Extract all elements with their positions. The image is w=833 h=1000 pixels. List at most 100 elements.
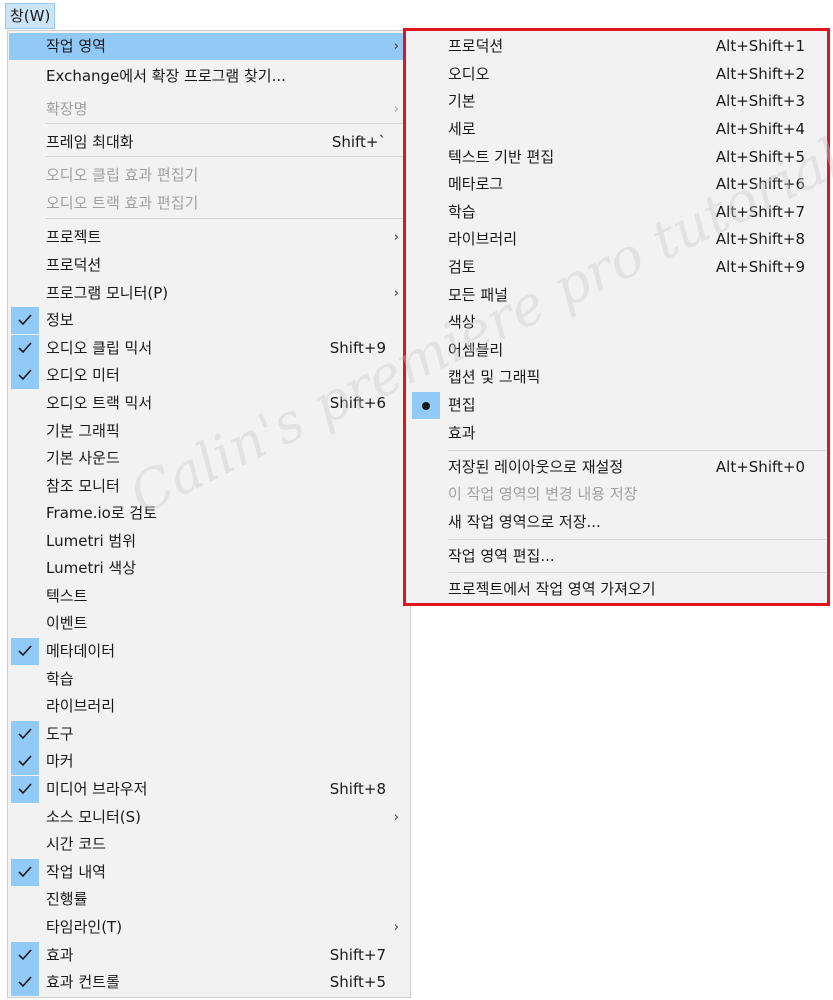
chevron-right-icon: › xyxy=(393,810,399,825)
workspace-item[interactable]: 검토 Alt+Shift+9 xyxy=(410,254,826,281)
menu-item[interactable]: 도구 xyxy=(9,721,409,748)
menu-item[interactable]: Lumetri 색상 xyxy=(9,555,409,582)
workspace-item-label: 프로덕션 xyxy=(448,37,504,55)
workspace-item[interactable]: 작업 영역 편집... xyxy=(410,543,826,570)
workspace-item[interactable]: 저장된 레이아웃으로 재설정 Alt+Shift+0 xyxy=(410,454,826,481)
menu-item[interactable]: 효과 컨트롤 Shift+5 xyxy=(9,969,409,996)
menu-item-label: 프로그램 모니터(P) xyxy=(46,284,169,302)
menu-item-label: Lumetri 색상 xyxy=(46,559,137,577)
menu-item[interactable]: 오디오 미터 xyxy=(9,362,409,389)
menu-item[interactable]: 기본 사운드 xyxy=(9,445,409,472)
menu-item[interactable]: 진행률 xyxy=(9,886,409,913)
workspace-item[interactable]: 기본 Alt+Shift+3 xyxy=(410,88,826,115)
workspace-item[interactable]: 새 작업 영역으로 저장... xyxy=(410,509,826,536)
menu-item[interactable]: 작업 내역 xyxy=(9,859,409,886)
menu-item-shortcut: Shift+5 xyxy=(329,973,386,991)
menu-item-label: 오디오 클립 효과 편집기 xyxy=(46,166,199,184)
workspace-item[interactable]: 세로 Alt+Shift+4 xyxy=(410,116,826,143)
menu-item[interactable]: 타임라인(T) › xyxy=(9,914,409,941)
menu-item[interactable]: Lumetri 범위 xyxy=(9,528,409,555)
menu-item[interactable]: 프로덕션 xyxy=(9,252,409,279)
menu-item[interactable]: 메타데이터 xyxy=(9,638,409,665)
workspace-item[interactable]: 모든 패널 xyxy=(410,282,826,309)
workspace-item-label: 어셈블리 xyxy=(448,341,504,359)
menu-item-label: 정보 xyxy=(46,311,74,329)
menu-item[interactable]: 라이브러리 xyxy=(9,693,409,720)
workspace-item-label: 기본 xyxy=(448,92,476,110)
menu-item-shortcut: Shift+7 xyxy=(329,946,386,964)
menu-item: 확장명 › xyxy=(9,96,409,123)
workspace-item-label: 검토 xyxy=(448,258,476,276)
workspace-item[interactable]: 오디오 Alt+Shift+2 xyxy=(410,61,826,88)
workspace-item[interactable]: 라이브러리 Alt+Shift+8 xyxy=(410,226,826,253)
menu-item-shortcut: Shift+6 xyxy=(329,394,386,412)
workspace-item[interactable]: 프로젝트에서 작업 영역 가져오기 xyxy=(410,576,826,603)
menu-item[interactable]: 효과 Shift+7 xyxy=(9,942,409,969)
workspace-item[interactable]: 색상 xyxy=(410,309,826,336)
menu-item-shortcut: Shift+9 xyxy=(329,339,386,357)
menu-item[interactable]: 작업 영역 › xyxy=(9,33,409,60)
checkmark-icon xyxy=(11,859,39,886)
workspace-item[interactable]: 어셈블리 xyxy=(410,337,826,364)
menu-item-label: 진행률 xyxy=(46,890,88,908)
radio-bullet-icon xyxy=(412,392,440,419)
menu-window[interactable]: 창(W) xyxy=(5,3,55,29)
checkmark-icon xyxy=(11,748,39,775)
menu-item[interactable]: 오디오 트랙 믹서 Shift+6 xyxy=(9,390,409,417)
menu-item[interactable]: 참조 모니터 xyxy=(9,473,409,500)
menu-item[interactable]: 미디어 브라우저 Shift+8 xyxy=(9,776,409,803)
menu-item-label: 오디오 미터 xyxy=(46,366,120,384)
workspace-item-label: 효과 xyxy=(448,424,476,442)
menu-item-label: 프로덕션 xyxy=(46,256,102,274)
menu-item-label: 작업 영역 xyxy=(46,37,106,55)
menu-item[interactable]: Frame.io로 검토 xyxy=(9,500,409,527)
chevron-right-icon: › xyxy=(393,920,399,935)
chevron-right-icon: › xyxy=(393,230,399,245)
menu-item-label: 오디오 트랙 믹서 xyxy=(46,394,153,412)
menu-item[interactable]: 프레임 최대화 Shift+` xyxy=(9,129,409,156)
chevron-right-icon: › xyxy=(393,39,399,54)
workspace-item[interactable]: 캡션 및 그래픽 xyxy=(410,364,826,391)
workspace-item-shortcut: Alt+Shift+8 xyxy=(715,230,805,248)
workspace-item-shortcut: Alt+Shift+0 xyxy=(715,458,805,476)
checkmark-icon xyxy=(11,362,39,389)
menu-item-label: 참조 모니터 xyxy=(46,477,120,495)
workspace-item[interactable]: 메타로그 Alt+Shift+6 xyxy=(410,171,826,198)
menu-item[interactable]: 프로그램 모니터(P) › xyxy=(9,280,409,307)
workspace-item-label: 텍스트 기반 편집 xyxy=(448,148,555,166)
chevron-right-icon: › xyxy=(393,286,399,301)
menu-item-label: 타임라인(T) xyxy=(46,918,123,936)
workspace-item[interactable]: 편집 xyxy=(410,392,826,419)
menu-item[interactable]: 시간 코드 xyxy=(9,831,409,858)
workspace-submenu: 프로덕션 Alt+Shift+1 오디오 Alt+Shift+2 기본 Alt+Shift… xyxy=(403,28,830,606)
menu-item[interactable]: 마커 xyxy=(9,748,409,775)
window-menu: 작업 영역 › Exchange에서 확장 프로그램 찾기... 확장명 › 프레임 최대… xyxy=(7,30,411,998)
workspace-item: 이 작업 영역의 변경 내용 저장 xyxy=(410,481,826,508)
menu-item-label: 오디오 트랙 효과 편집기 xyxy=(46,194,199,212)
submenu-separator xyxy=(448,539,826,540)
menu-item[interactable]: 기본 그래픽 xyxy=(9,418,409,445)
menu-item-label: 기본 사운드 xyxy=(46,449,120,467)
workspace-item[interactable]: 학습 Alt+Shift+7 xyxy=(410,199,826,226)
menu-item-label: 시간 코드 xyxy=(46,835,106,853)
menu-item[interactable]: 텍스트 xyxy=(9,583,409,610)
menu-item[interactable]: Exchange에서 확장 프로그램 찾기... xyxy=(9,63,409,90)
menu-separator xyxy=(45,218,407,219)
workspace-item[interactable]: 프로덕션 Alt+Shift+1 xyxy=(410,33,826,60)
workspace-item-label: 새 작업 영역으로 저장... xyxy=(448,513,601,531)
menu-item-label: 도구 xyxy=(46,725,74,743)
workspace-item-label: 저장된 레이아웃으로 재설정 xyxy=(448,458,624,476)
menu-item[interactable]: 이벤트 xyxy=(9,610,409,637)
menu-item[interactable]: 정보 xyxy=(9,307,409,334)
menu-item[interactable]: 학습 xyxy=(9,666,409,693)
menu-item-label: 기본 그래픽 xyxy=(46,422,120,440)
menu-item: 오디오 클립 효과 편집기 xyxy=(9,162,409,189)
workspace-item-label: 작업 영역 편집... xyxy=(448,547,555,565)
workspace-item[interactable]: 효과 xyxy=(410,420,826,447)
menu-item[interactable]: 소스 모니터(S) › xyxy=(9,804,409,831)
menu-item[interactable]: 프로젝트 › xyxy=(9,224,409,251)
menu-item-label: 오디오 클립 믹서 xyxy=(46,339,153,357)
menubar: 창(W) xyxy=(0,0,833,30)
menu-item[interactable]: 오디오 클립 믹서 Shift+9 xyxy=(9,335,409,362)
workspace-item[interactable]: 텍스트 기반 편집 Alt+Shift+5 xyxy=(410,144,826,171)
